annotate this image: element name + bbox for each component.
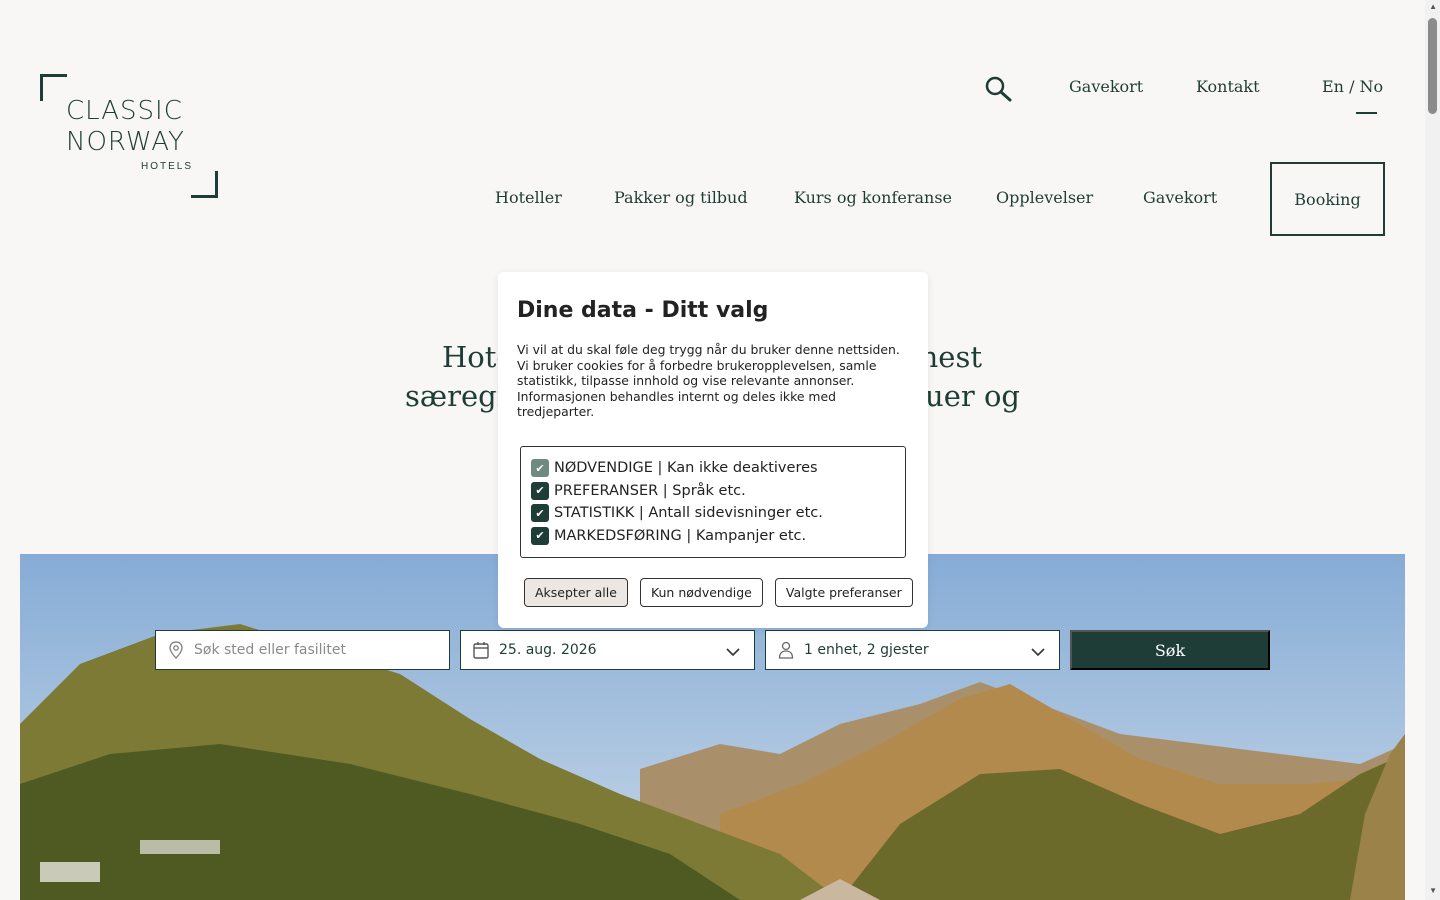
cookie-options-list: ✔ NØDVENDIGE | Kan ikke deaktiveres ✔ PR… [520, 446, 906, 558]
chevron-down-icon [726, 645, 740, 657]
logo-line-3: HOTELS [141, 161, 194, 172]
cookie-option-necessary: ✔ NØDVENDIGE | Kan ikke deaktiveres [531, 457, 905, 480]
util-link-kontakt[interactable]: Kontakt [1196, 77, 1260, 96]
nav-item-opplevelser[interactable]: Opplevelser [996, 188, 1093, 207]
util-link-gavekort[interactable]: Gavekort [1069, 77, 1143, 96]
brand-logo[interactable]: CLASSIC NORWAY HOTELS [40, 74, 220, 198]
scrollbar-thumb[interactable] [1428, 18, 1437, 114]
cookie-dialog-title: Dine data - Ditt valg [517, 298, 769, 323]
logo-corner-bottom-right [191, 171, 218, 198]
nav-item-gavekort[interactable]: Gavekort [1143, 188, 1217, 207]
nav-item-hoteller[interactable]: Hoteller [495, 188, 562, 207]
hero-heading-line1-end: nest [919, 340, 982, 374]
logo-corner-top-left [40, 74, 67, 101]
logo-line-1: CLASSIC [66, 96, 183, 126]
date-value: 25. aug. 2026 [499, 642, 597, 658]
guests-picker-field[interactable]: 1 enhet, 2 gjester [765, 630, 1060, 670]
cookie-option-label: STATISTIKK | Antall sidevisninger etc. [554, 505, 823, 522]
language-switch[interactable]: En / No [1322, 77, 1383, 96]
place-search-field[interactable] [155, 630, 450, 670]
search-icon[interactable] [984, 76, 1012, 102]
cookie-option-label: PREFERANSER | Språk etc. [554, 482, 746, 499]
nav-item-pakker[interactable]: Pakker og tilbud [614, 188, 748, 207]
cookie-option-label: MARKEDSFØRING | Kampanjer etc. [554, 527, 807, 544]
chevron-down-icon [1031, 645, 1045, 657]
location-pin-icon [168, 641, 184, 659]
checkbox-necessary: ✔ [531, 459, 549, 478]
date-picker-field[interactable]: 25. aug. 2026 [460, 630, 755, 670]
search-submit-button[interactable]: Søk [1070, 630, 1270, 670]
page-scrollbar[interactable]: ▲ ▼ [1425, 0, 1440, 900]
cookie-option-label: NØDVENDIGE | Kan ikke deaktiveres [554, 460, 818, 477]
checkbox-statistics[interactable]: ✔ [531, 504, 549, 523]
person-icon [778, 641, 794, 659]
language-active-indicator [1356, 112, 1377, 114]
cookie-option-marketing[interactable]: ✔ MARKEDSFØRING | Kampanjer etc. [531, 525, 905, 548]
cookie-dialog-buttons: Aksepter alle Kun nødvendige Valgte pref… [524, 578, 913, 607]
accept-all-button[interactable]: Aksepter alle [524, 578, 628, 607]
booking-button[interactable]: Booking [1270, 162, 1385, 236]
cookie-option-preferences[interactable]: ✔ PREFERANSER | Språk etc. [531, 480, 905, 503]
guests-value: 1 enhet, 2 gjester [804, 642, 929, 658]
logo-line-2: NORWAY [66, 127, 185, 157]
only-necessary-button[interactable]: Kun nødvendige [639, 578, 763, 607]
cookie-consent-dialog: Dine data - Ditt valg Vi vil at du skal … [498, 272, 928, 628]
checkbox-preferences[interactable]: ✔ [531, 481, 549, 500]
calendar-icon [473, 641, 489, 659]
scroll-up-arrow-icon[interactable]: ▲ [1429, 2, 1437, 11]
checkbox-marketing[interactable]: ✔ [531, 526, 549, 545]
nav-item-kurs[interactable]: Kurs og konferanse [794, 188, 952, 207]
selected-preferences-button[interactable]: Valgte preferanser [774, 578, 913, 607]
cookie-dialog-description: Vi vil at du skal føle deg trygg når du … [517, 342, 900, 419]
place-search-input[interactable] [194, 642, 434, 658]
cookie-option-statistics[interactable]: ✔ STATISTIKK | Antall sidevisninger etc. [531, 502, 905, 525]
scroll-down-arrow-icon[interactable]: ▼ [1429, 886, 1437, 895]
